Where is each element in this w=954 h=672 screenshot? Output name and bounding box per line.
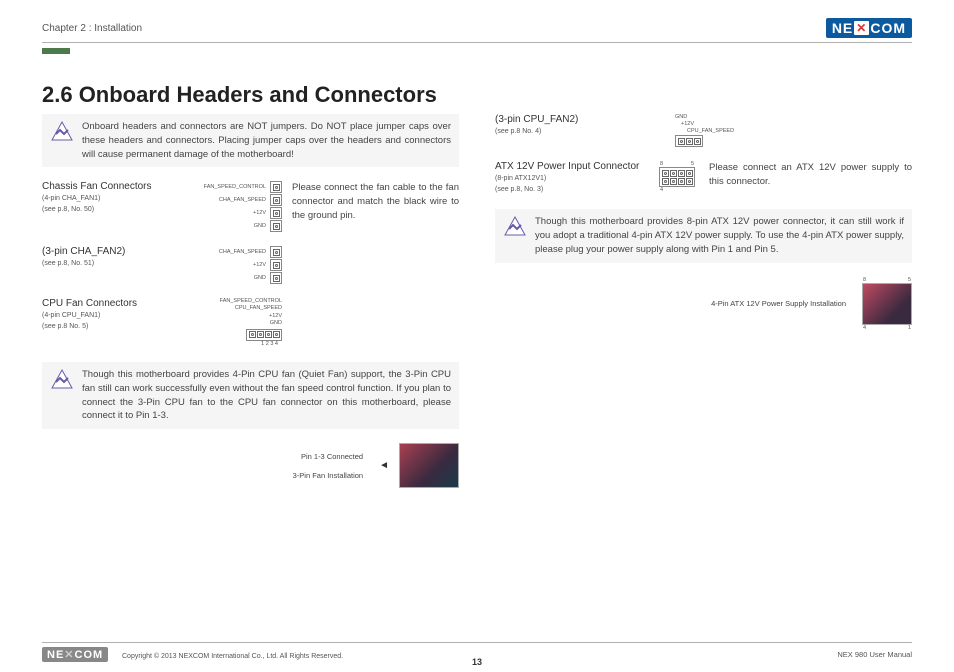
cpu-fan-sub1: (4-pin CPU_FAN1) <box>42 311 162 322</box>
atx-install-thumbnail <box>862 283 912 325</box>
cha-fan2-sub: (see p.8, No. 51) <box>42 259 162 270</box>
cha-fan2-title: (3-pin CHA_FAN2) <box>42 246 162 257</box>
pin13-label: Pin 1-3 Connected <box>293 452 363 461</box>
chassis-fan-title: Chassis Fan Connectors <box>42 181 162 192</box>
atx-desc: Please connect an ATX 12V power supply t… <box>709 161 912 189</box>
3pin-install-label: 3-Pin Fan Installation <box>293 471 363 480</box>
warning-icon <box>50 120 74 144</box>
atx-sub1: (8-pin ATX12V1) <box>495 174 645 185</box>
cha-fan2-diagram: CHA_FAN_SPEED +12V GND <box>172 246 282 284</box>
atx-8pin-diagram: 85 4 <box>659 161 695 193</box>
section-title: 2.6 Onboard Headers and Connectors <box>42 82 912 108</box>
nexcom-logo: NE✕COM <box>826 18 912 38</box>
chassis-fan-sub2: (see p.8, No. 50) <box>42 205 162 216</box>
atx-title: ATX 12V Power Input Connector <box>495 161 645 172</box>
chassis-fan-desc: Please connect the fan cable to the fan … <box>292 181 459 222</box>
cpu-fan1-diagram: FAN_SPEED_CONTROL CPU_FAN_SPEED +12V GND… <box>172 298 282 348</box>
atx-4pin-row: 4-Pin ATX 12V Power Supply Installation … <box>495 277 912 331</box>
atx-sub2: (see p.8, No. 3) <box>495 185 645 196</box>
warning-box-3: Though this motherboard provides 8-pin A… <box>495 209 912 262</box>
cpu-fan2-sub: (see p.8 No. 4) <box>495 127 615 138</box>
cha-fan1-diagram: FAN_SPEED_CONTROL CHA_FAN_SPEED +12V GND <box>172 181 282 232</box>
fan-install-thumbnail <box>399 443 459 488</box>
chassis-fan-sub1: (4-pin CHA_FAN1) <box>42 194 162 205</box>
warning-box-2: Though this motherboard provides 4-Pin C… <box>42 362 459 429</box>
atx-4pin-label: 4-Pin ATX 12V Power Supply Installation <box>711 299 846 308</box>
page-number: 13 <box>0 657 954 667</box>
warning-icon <box>503 215 527 239</box>
warning-text-1: Onboard headers and connectors are NOT j… <box>82 120 451 161</box>
warning-text-3: Though this motherboard provides 8-pin A… <box>535 215 904 256</box>
green-tab <box>42 48 70 54</box>
cpu-fan-sub2: (see p.8 No. 5) <box>42 322 162 333</box>
chapter-label: Chapter 2 : Installation <box>42 23 142 34</box>
warning-icon <box>50 368 74 392</box>
pin13-row: Pin 1-3 Connected 3-Pin Fan Installation… <box>42 443 459 488</box>
warning-box-1: Onboard headers and connectors are NOT j… <box>42 114 459 167</box>
warning-text-2: Though this motherboard provides 4-Pin C… <box>82 368 451 423</box>
cpu-fan2-diagram: GND +12V CPU_FAN_SPEED <box>625 114 912 147</box>
cpu-fan2-title: (3-pin CPU_FAN2) <box>495 114 615 125</box>
cpu-fan-title: CPU Fan Connectors <box>42 298 162 309</box>
